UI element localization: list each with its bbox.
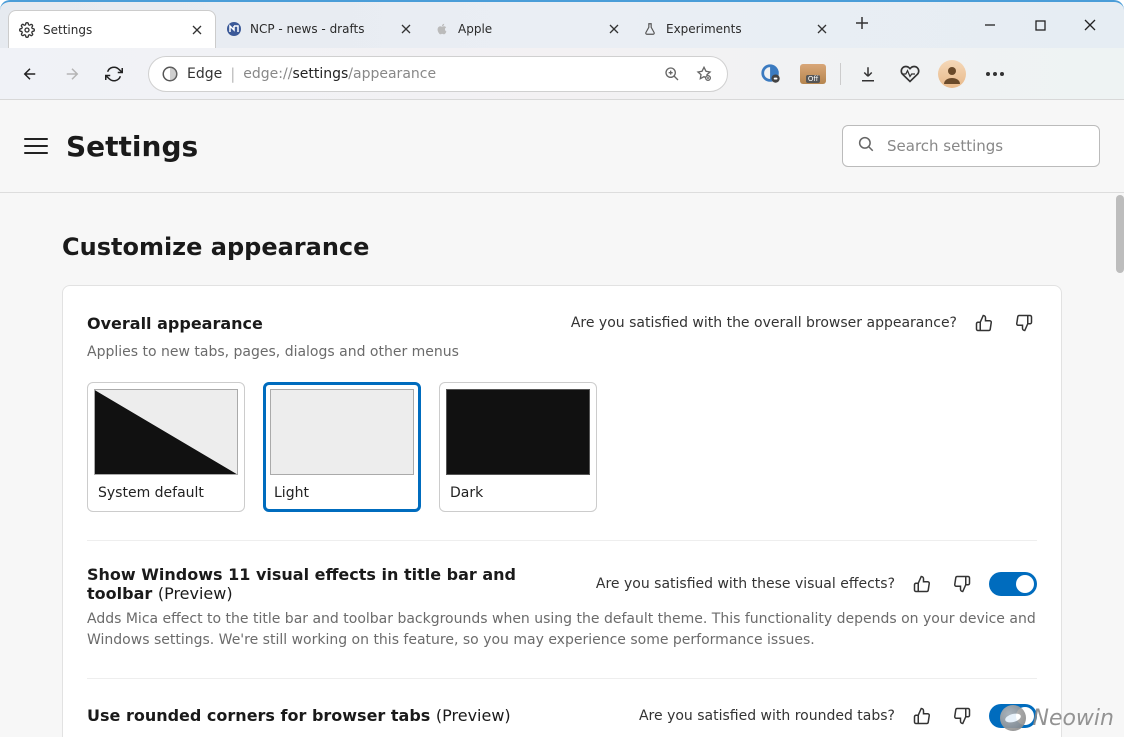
- minimize-button[interactable]: [968, 9, 1012, 41]
- overall-appearance-row: Overall appearance Are you satisfied wit…: [87, 310, 1037, 541]
- feedback-question: Are you satisfied with these visual effe…: [596, 576, 895, 592]
- thumbs-down-icon[interactable]: [949, 571, 975, 597]
- rounded-tabs-toggle[interactable]: [989, 704, 1037, 728]
- tab-strip: Settings NCP - news - drafts Apple: [0, 2, 968, 48]
- extensions-row: Off: [754, 56, 1013, 92]
- tracking-prevention-icon[interactable]: [754, 57, 788, 91]
- close-icon[interactable]: [189, 22, 205, 38]
- health-ext-icon[interactable]: [893, 57, 927, 91]
- new-tab-button[interactable]: [846, 7, 878, 39]
- menu-button[interactable]: [24, 134, 48, 158]
- toolbar-divider: [840, 63, 841, 85]
- theme-system-default[interactable]: System default: [87, 382, 245, 512]
- edge-icon: [161, 65, 179, 83]
- neowin-icon: [226, 21, 242, 37]
- scrollbar-thumb[interactable]: [1116, 195, 1124, 273]
- theme-preview: [94, 389, 238, 475]
- apple-icon: [434, 21, 450, 37]
- gear-icon: [19, 22, 35, 38]
- theme-label: System default: [94, 485, 238, 501]
- title-bar: Settings NCP - news - drafts Apple: [0, 0, 1124, 48]
- page-title: Settings: [66, 130, 824, 163]
- search-settings-box[interactable]: [842, 125, 1100, 167]
- section-title: Customize appearance: [62, 233, 1062, 261]
- theme-preview: [270, 389, 414, 475]
- overall-title: Overall appearance: [87, 314, 557, 333]
- tab-label: NCP - news - drafts: [250, 22, 390, 36]
- tab-apple[interactable]: Apple: [424, 10, 632, 48]
- thumbs-up-icon[interactable]: [909, 571, 935, 597]
- forward-button[interactable]: [54, 56, 90, 92]
- maximize-button[interactable]: [1018, 9, 1062, 41]
- settings-header: Settings: [0, 100, 1124, 193]
- more-button[interactable]: [977, 56, 1013, 92]
- tab-label: Apple: [458, 22, 598, 36]
- theme-dark[interactable]: Dark: [439, 382, 597, 512]
- theme-preview: [446, 389, 590, 475]
- tab-settings[interactable]: Settings: [8, 10, 216, 48]
- address-separator: |: [230, 65, 235, 83]
- feedback-question: Are you satisfied with rounded tabs?: [639, 708, 895, 724]
- theme-light[interactable]: Light: [263, 382, 421, 512]
- mica-title: Show Windows 11 visual effects in title …: [87, 565, 516, 603]
- rounded-tabs-row: Use rounded corners for browser tabs (Pr…: [87, 703, 1037, 737]
- back-button[interactable]: [12, 56, 48, 92]
- close-icon[interactable]: [606, 21, 622, 37]
- profile-avatar[interactable]: [935, 57, 969, 91]
- mica-toggle[interactable]: [989, 572, 1037, 596]
- nav-toolbar: Edge | edge://settings/appearance Off: [0, 48, 1124, 100]
- flask-icon: [642, 21, 658, 37]
- theme-options: System default Light Dark: [87, 382, 1037, 512]
- mica-desc: Adds Mica effect to the title bar and to…: [87, 609, 1037, 650]
- overall-desc: Applies to new tabs, pages, dialogs and …: [87, 342, 1037, 362]
- refresh-button[interactable]: [96, 56, 132, 92]
- theme-label: Dark: [446, 485, 590, 501]
- address-bar[interactable]: Edge | edge://settings/appearance: [148, 56, 728, 92]
- tab-label: Settings: [43, 23, 181, 37]
- appearance-card: Overall appearance Are you satisfied wit…: [62, 285, 1062, 737]
- window-controls: [968, 2, 1124, 48]
- tab-experiments[interactable]: Experiments: [632, 10, 840, 48]
- feedback-question: Are you satisfied with the overall brows…: [571, 315, 957, 331]
- settings-content[interactable]: Customize appearance Overall appearance …: [0, 193, 1124, 737]
- thumbs-up-icon[interactable]: [971, 310, 997, 336]
- tab-ncp-news[interactable]: NCP - news - drafts: [216, 10, 424, 48]
- tab-label: Experiments: [666, 22, 806, 36]
- close-icon[interactable]: [814, 21, 830, 37]
- address-actions: [661, 63, 715, 85]
- thumbs-up-icon[interactable]: [909, 703, 935, 729]
- rounded-title: Use rounded corners for browser tabs (Pr…: [87, 706, 511, 725]
- search-settings-input[interactable]: [887, 137, 1085, 155]
- search-icon: [857, 135, 875, 157]
- thumbs-down-icon[interactable]: [1011, 310, 1037, 336]
- mica-effect-row: Show Windows 11 visual effects in title …: [87, 565, 1037, 679]
- address-url: edge://settings/appearance: [243, 66, 653, 82]
- downloads-button[interactable]: [851, 57, 885, 91]
- close-icon[interactable]: [398, 21, 414, 37]
- address-brand: Edge: [187, 66, 222, 82]
- thumbs-down-icon[interactable]: [949, 703, 975, 729]
- close-window-button[interactable]: [1068, 9, 1112, 41]
- favorite-icon[interactable]: [693, 63, 715, 85]
- shopping-ext-icon[interactable]: Off: [796, 57, 830, 91]
- zoom-icon[interactable]: [661, 63, 683, 85]
- theme-label: Light: [270, 485, 414, 501]
